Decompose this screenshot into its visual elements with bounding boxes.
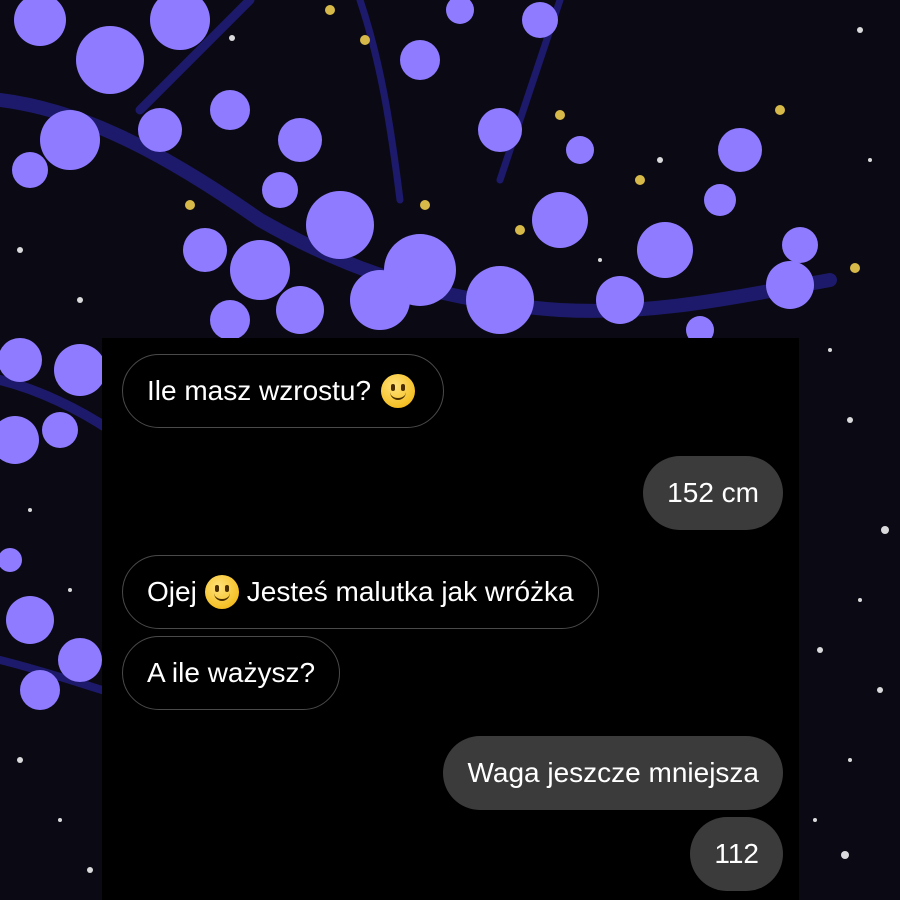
message-text: Waga jeszcze mniejsza xyxy=(467,757,759,788)
message-bubble-outgoing: 152 cm xyxy=(643,456,783,530)
message-bubble-incoming: Ile masz wzrostu? xyxy=(122,354,445,428)
chat-panel: Ile masz wzrostu? 152 cm Ojej Jesteś mal… xyxy=(102,338,799,900)
message-text: Ile masz wzrostu? xyxy=(147,375,372,406)
message-text: Jesteś malutka jak wróżka xyxy=(246,576,574,607)
slightly-smiling-face-icon xyxy=(204,575,239,609)
message-text: 112 xyxy=(714,838,759,869)
message-text: A ile ważysz? xyxy=(147,657,316,688)
message-bubble-outgoing: 112 xyxy=(690,817,783,891)
message-bubble-incoming: A ile ważysz? xyxy=(122,636,341,710)
message-text: Ojej xyxy=(147,576,197,607)
message-bubble-incoming: Ojej Jesteś malutka jak wróżka xyxy=(122,555,599,629)
message-bubble-outgoing: Waga jeszcze mniejsza xyxy=(443,736,783,810)
slightly-smiling-face-icon xyxy=(381,374,416,408)
message-text: 152 cm xyxy=(667,477,759,508)
